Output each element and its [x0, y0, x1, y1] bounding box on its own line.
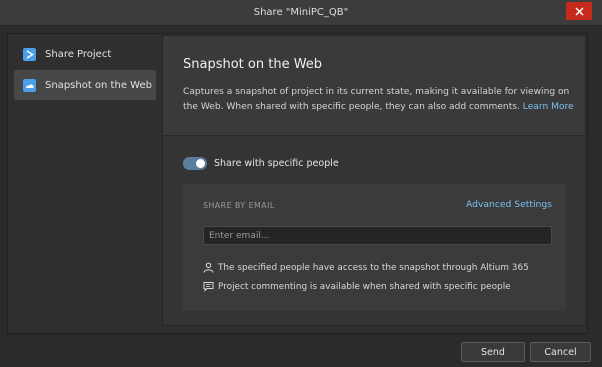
share-project-icon	[23, 47, 36, 61]
note-text: The specified people have access to the …	[218, 262, 529, 273]
title-bar: Share "MiniPC_QB"	[0, 0, 602, 26]
advanced-settings-link[interactable]: Advanced Settings	[466, 199, 552, 210]
content-panel: Snapshot on the Web Captures a snapshot …	[162, 35, 586, 326]
share-toggle-row: Share with specific people	[183, 157, 339, 170]
cancel-button[interactable]: Cancel	[530, 342, 591, 362]
close-button[interactable]	[566, 2, 592, 20]
email-input[interactable]	[203, 226, 552, 245]
close-icon	[574, 6, 584, 16]
sidebar-item-label: Snapshot on the Web	[45, 79, 152, 91]
person-icon	[203, 262, 214, 273]
toggle-knob	[196, 159, 205, 168]
share-specific-toggle[interactable]	[183, 157, 207, 170]
send-button[interactable]: Send	[461, 342, 525, 362]
share-by-email-panel: SHARE BY EMAIL Advanced Settings The spe…	[183, 184, 566, 311]
page-description: Captures a snapshot of project in its cu…	[183, 85, 578, 115]
window-title: Share "MiniPC_QB"	[253, 7, 349, 18]
section-label: SHARE BY EMAIL	[203, 201, 275, 210]
learn-more-link[interactable]: Learn More	[523, 102, 574, 112]
description-text: Captures a snapshot of project in its cu…	[183, 87, 570, 112]
sidebar-item-snapshot-on-web[interactable]: Snapshot on the Web	[14, 70, 156, 100]
snapshot-web-icon	[23, 78, 36, 92]
commenting-note: Project commenting is available when sha…	[203, 281, 511, 292]
content-header: Snapshot on the Web Captures a snapshot …	[163, 36, 585, 136]
sidebar-item-label: Share Project	[45, 48, 112, 60]
access-note: The specified people have access to the …	[203, 262, 529, 273]
note-text: Project commenting is available when sha…	[218, 281, 511, 292]
page-title: Snapshot on the Web	[183, 57, 323, 72]
comment-icon	[203, 281, 214, 292]
sidebar-item-share-project[interactable]: Share Project	[14, 39, 156, 69]
toggle-label: Share with specific people	[214, 158, 339, 169]
sidebar: Share Project Snapshot on the Web	[8, 35, 161, 333]
